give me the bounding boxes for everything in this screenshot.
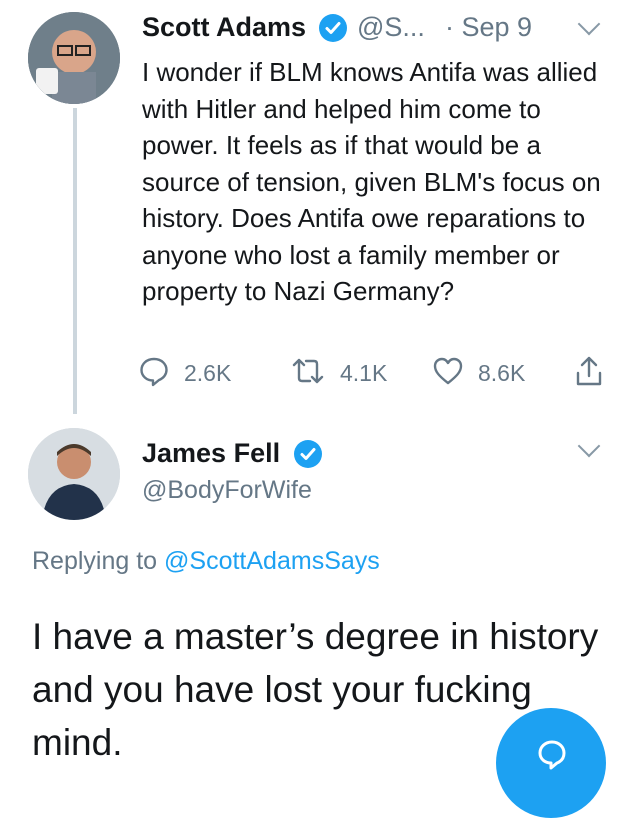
tweet-text: I wonder if BLM knows Antifa was allied … (142, 57, 601, 306)
reply-bubble-icon (138, 355, 170, 392)
replying-to: Replying to @ScottAdamsSays (32, 547, 380, 576)
avatar-scott-adams[interactable] (28, 12, 120, 104)
retweet-button[interactable]: 4.1K (290, 356, 387, 390)
share-button[interactable] (574, 356, 604, 390)
verified-badge-icon (294, 440, 322, 468)
thread-line (73, 108, 77, 414)
tweet-author-name[interactable]: Scott Adams (142, 12, 306, 43)
retweet-count: 4.1K (340, 359, 388, 386)
reply-button[interactable]: 2.6K (138, 356, 231, 390)
compose-reply-button[interactable] (496, 708, 606, 818)
replying-to-label: Replying to (32, 547, 158, 575)
avatar-james-fell[interactable] (28, 428, 120, 520)
reply-count: 2.6K (184, 359, 232, 386)
compose-reply-icon (536, 738, 568, 775)
retweet-icon (290, 356, 326, 391)
verified-badge-icon (319, 14, 347, 42)
like-button[interactable]: 8.6K (432, 356, 525, 390)
share-icon (574, 355, 604, 392)
like-count: 8.6K (478, 359, 526, 386)
reply-author-handle[interactable]: @BodyForWife (142, 476, 312, 505)
tweet-author-handle[interactable]: @S... (357, 12, 425, 43)
heart-icon (432, 356, 464, 391)
chevron-down-icon[interactable] (577, 12, 601, 36)
tweet-date[interactable]: · Sep 9 (445, 12, 532, 43)
reply-author-name[interactable]: James Fell (142, 438, 280, 469)
replying-to-handle-link[interactable]: @ScottAdamsSays (164, 547, 380, 575)
chevron-down-icon[interactable] (577, 434, 601, 458)
